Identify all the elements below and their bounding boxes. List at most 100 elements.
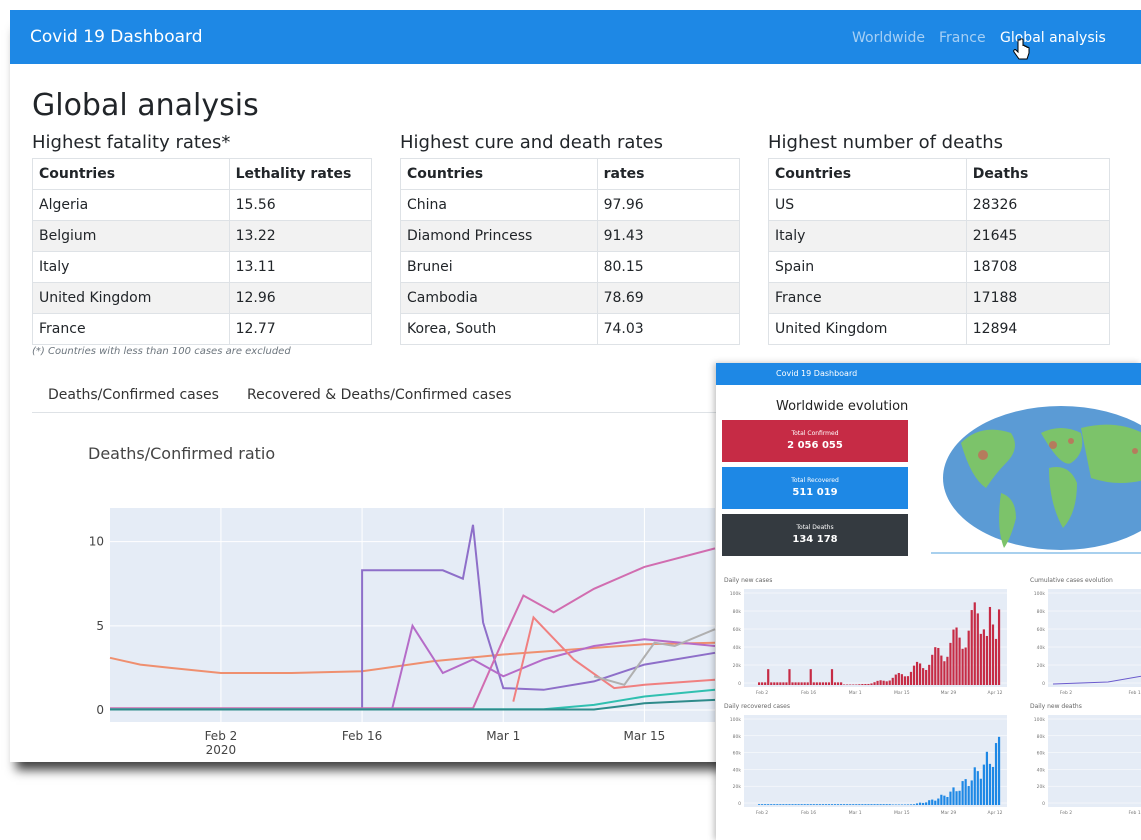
mini-bar bbox=[922, 802, 925, 805]
fatality-table-cell: 12.77 bbox=[228, 313, 373, 345]
mini-y-tick: 60k bbox=[733, 751, 742, 757]
mini-bar bbox=[991, 624, 995, 685]
mini-y-tick: 100k bbox=[1034, 717, 1046, 723]
navbar-brand[interactable]: Covid 19 Dashboard bbox=[30, 27, 203, 47]
mini-bar bbox=[949, 791, 952, 805]
mini-bar bbox=[840, 682, 843, 685]
mini-bar bbox=[937, 798, 940, 805]
mini-bar bbox=[815, 804, 818, 805]
mini-bar bbox=[952, 629, 955, 685]
fatality-table-header-1: Lethality rates bbox=[228, 158, 373, 190]
cure-death-table-cell: Brunei bbox=[400, 251, 598, 283]
mini-bar bbox=[994, 638, 998, 685]
x-tick-label: Feb 2 bbox=[205, 729, 238, 743]
mini-bar bbox=[855, 684, 858, 685]
mini-bar bbox=[931, 654, 934, 685]
mini-bar bbox=[779, 804, 782, 805]
mini-bar bbox=[888, 680, 891, 685]
mini-chart-cumulative bbox=[1048, 589, 1141, 687]
mini-bar bbox=[982, 764, 985, 805]
deaths-table-cell: 18708 bbox=[965, 251, 1111, 283]
deaths-table: Countries Deaths US 28326 Italy 21645 Spain 187… bbox=[768, 158, 1111, 345]
mini-bar bbox=[955, 627, 958, 685]
nav-link-worldwide[interactable]: Worldwide bbox=[852, 30, 925, 46]
deaths-table-title: Highest number of deaths bbox=[768, 132, 1004, 153]
hand-cursor-icon bbox=[1013, 38, 1030, 60]
mini-bar bbox=[858, 804, 861, 805]
deaths-table-cell: France bbox=[768, 282, 967, 314]
mini-bar bbox=[967, 786, 970, 805]
mini-bar bbox=[918, 663, 922, 685]
mini-bar bbox=[800, 682, 803, 685]
deaths-table-cell: 28326 bbox=[965, 189, 1111, 221]
mini-y-tick: 20k bbox=[733, 784, 742, 790]
x-tick-label: Mar 15 bbox=[624, 729, 666, 743]
cure-death-table-cell: 97.96 bbox=[596, 189, 741, 221]
mini-bar bbox=[940, 655, 943, 685]
mini-y-tick: 60k bbox=[733, 627, 742, 633]
mini-bar bbox=[824, 804, 828, 805]
nav-link-france[interactable]: France bbox=[939, 30, 986, 46]
fatality-table-cell: 15.56 bbox=[228, 189, 373, 221]
mini-bar bbox=[997, 736, 1001, 805]
deaths-table-cell: 17188 bbox=[965, 282, 1111, 314]
cure-death-table-cell: 91.43 bbox=[596, 220, 741, 252]
mini-bar bbox=[773, 804, 776, 805]
mini-bar bbox=[830, 669, 834, 685]
mini-bar bbox=[988, 606, 992, 685]
mini-bar bbox=[827, 682, 831, 685]
mini-bar bbox=[800, 804, 803, 805]
mini-bar bbox=[976, 613, 979, 685]
mini-x-tick: Mar 29 bbox=[941, 690, 957, 696]
plot-background bbox=[110, 508, 715, 722]
mini-bar bbox=[797, 682, 800, 685]
mini-bar bbox=[812, 682, 815, 685]
mini-bar bbox=[934, 647, 937, 685]
mini-bar bbox=[885, 804, 888, 805]
mini-bar bbox=[770, 804, 773, 805]
mini-y-tick: 0 bbox=[1042, 801, 1045, 807]
navbar: Covid 19 Dashboard Worldwide France Glob… bbox=[10, 10, 1141, 64]
mini-y-tick: 0 bbox=[738, 681, 741, 687]
mini-bar bbox=[937, 647, 940, 685]
mini-bar bbox=[946, 656, 949, 685]
mini-bar bbox=[761, 804, 764, 805]
deaths-table-cell: 12894 bbox=[965, 313, 1111, 345]
table-row: United Kingdom 12894 bbox=[768, 313, 1111, 345]
mini-bar bbox=[788, 669, 791, 685]
mini-bar bbox=[767, 804, 770, 805]
fatality-table-cell: United Kingdom bbox=[32, 282, 230, 314]
mini-y-tick: 80k bbox=[1037, 734, 1046, 740]
mini-bar bbox=[928, 800, 931, 805]
mini-bar bbox=[846, 804, 849, 805]
mini-bar bbox=[958, 637, 961, 685]
deaths-table-cell: US bbox=[768, 189, 967, 221]
mini-bar bbox=[803, 804, 806, 805]
x-tick-label: 2020 bbox=[206, 743, 237, 757]
mini-bar bbox=[797, 804, 800, 805]
mini-bar bbox=[864, 684, 867, 685]
mini-bar bbox=[815, 682, 818, 685]
mini-x-tick: Mar 1 bbox=[849, 810, 862, 816]
mini-bar bbox=[952, 787, 955, 805]
y-tick-label: 5 bbox=[96, 619, 104, 633]
mini-bar bbox=[882, 680, 885, 685]
mini-bar bbox=[894, 674, 897, 685]
deaths-table-header-0: Countries bbox=[768, 158, 967, 190]
tab-recovered-deaths-confirmed[interactable]: Recovered & Deaths/Confirmed cases bbox=[247, 387, 512, 403]
inset-screenshot: Covid 19 Dashboard Worldwide evolution T… bbox=[716, 363, 1141, 840]
mini-bar bbox=[833, 804, 837, 805]
mini-bar bbox=[912, 665, 916, 685]
mini-bar bbox=[855, 804, 858, 805]
cure-death-table-header-1: rates bbox=[596, 158, 741, 190]
mini-bar bbox=[782, 682, 785, 685]
tab-deaths-confirmed[interactable]: Deaths/Confirmed cases bbox=[48, 387, 219, 403]
deaths-table-cell: Italy bbox=[768, 220, 967, 252]
fatality-table-cell: France bbox=[32, 313, 230, 345]
mini-bar bbox=[943, 795, 946, 805]
deaths-table-header-row: Countries Deaths bbox=[768, 158, 1111, 190]
mini-bar bbox=[812, 804, 815, 805]
mini-bar bbox=[840, 804, 843, 805]
mini-bar bbox=[961, 648, 964, 685]
cure-death-table-cell: Diamond Princess bbox=[400, 220, 598, 252]
